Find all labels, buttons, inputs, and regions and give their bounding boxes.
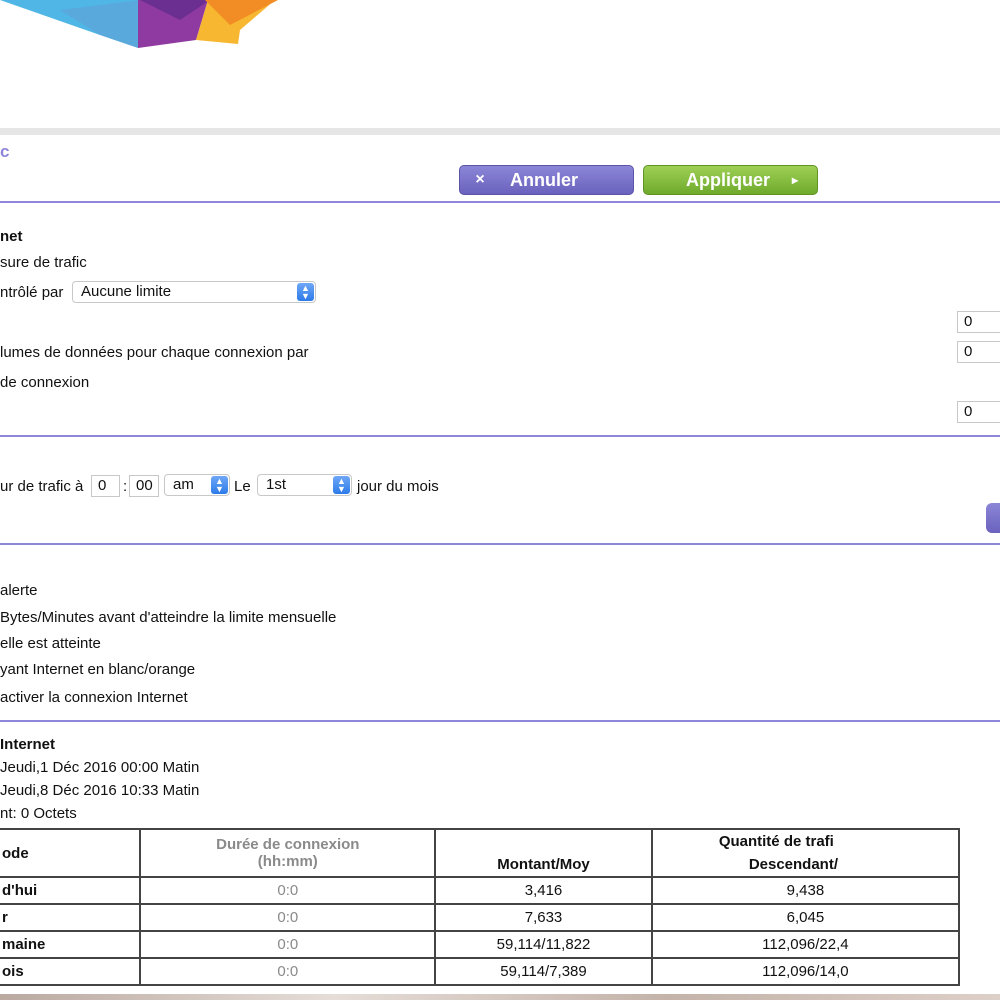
select-arrows-icon: ▲ ▼ (297, 283, 314, 301)
table-row: maine 0:0 59,114/11,822 112,096/22,4 (0, 930, 961, 959)
traffic-table: ode Durée de connexion (hh:mm) Quantité … (0, 828, 961, 986)
apply-button-label: Appliquer (686, 169, 770, 190)
download-cell: 112,096/14,0 (650, 957, 961, 986)
period-cell: maine (0, 930, 142, 959)
alert-line: elle est atteinte (0, 635, 101, 652)
limit-input-1[interactable]: 0 (957, 311, 1000, 333)
start-date-line: Jeudi,1 Déc 2016 00:00 Matin (0, 759, 200, 776)
table-row: r 0:0 7,633 6,045 (0, 903, 961, 932)
ampm-select[interactable]: am ▲ ▼ (164, 474, 230, 496)
stats-heading: Internet (0, 736, 56, 753)
select-arrows-icon: ▲ ▼ (333, 476, 350, 494)
controlled-by-select[interactable]: Aucune limite ▲ ▼ (72, 281, 316, 303)
cancel-button[interactable]: × Annuler (459, 165, 634, 195)
upload-header: Montant/Moy (434, 853, 653, 878)
controlled-by-label: ntrôlé par (0, 284, 64, 301)
internet-section-heading: net (0, 228, 23, 245)
quantity-header: Quantité de trafi (651, 828, 961, 853)
download-cell: 6,045 (650, 903, 961, 932)
alert-line: yant Internet en blanc/orange (0, 661, 196, 678)
duration-cell: 0:0 (139, 903, 437, 932)
period-cell: d'hui (0, 876, 142, 905)
period-header: ode (0, 828, 142, 878)
netgear-logo (0, 0, 278, 48)
upload-cell: 59,114/7,389 (434, 957, 653, 986)
connection-label: de connexion (0, 374, 90, 391)
close-icon: × (475, 171, 485, 188)
alert-line: Bytes/Minutes avant d'atteindre la limit… (0, 609, 337, 626)
table-header-row: ode Durée de connexion (hh:mm) Quantité … (0, 828, 961, 878)
alert-line: alerte (0, 582, 38, 599)
download-cell: 112,096/22,4 (650, 930, 961, 959)
reset-counter-label: ur de trafic à (0, 478, 84, 495)
day-label: Le (234, 478, 251, 495)
section-divider (0, 201, 1000, 203)
time-separator: : (123, 478, 128, 495)
controlled-by-value: Aucune limite (81, 283, 172, 300)
download-cell: 9,438 (650, 876, 961, 905)
limit-input-3[interactable]: 0 (957, 401, 1000, 423)
header-divider (0, 128, 1000, 135)
upload-cell: 3,416 (434, 876, 653, 905)
day-value: 1st (266, 476, 287, 493)
select-arrows-icon: ▲ ▼ (211, 476, 228, 494)
ampm-value: am (173, 476, 194, 493)
apply-button[interactable]: Appliquer ▸ (643, 165, 818, 195)
section-divider (0, 435, 1000, 437)
remaining-line: nt: 0 Octets (0, 805, 77, 822)
duration-header-unit: (hh:mm) (257, 853, 318, 870)
table-row: ois 0:0 59,114/7,389 112,096/14,0 (0, 957, 961, 986)
current-date-line: Jeudi,8 Déc 2016 10:33 Matin (0, 782, 200, 799)
duration-cell: 0:0 (139, 930, 437, 959)
upload-cell: 59,114/11,822 (434, 930, 653, 959)
table-row: d'hui 0:0 3,416 9,438 (0, 876, 961, 905)
arrow-right-icon: ▸ (792, 173, 799, 187)
duration-cell: 0:0 (139, 957, 437, 986)
duration-header-label: Durée de connexion (216, 836, 360, 853)
period-cell: r (0, 903, 142, 932)
duration-header: Durée de connexion (hh:mm) (139, 828, 437, 878)
data-volume-label: lumes de données pour chaque connexion p… (0, 344, 309, 361)
download-header: Descendant/ (650, 853, 961, 878)
section-divider (0, 543, 1000, 545)
restart-counter-button[interactable] (986, 503, 1000, 533)
day-of-month-label: jour du mois (357, 478, 439, 495)
period-cell: ois (0, 957, 142, 986)
traffic-measure-label: sure de trafic (0, 254, 87, 271)
cancel-button-label: Annuler (510, 169, 579, 190)
window-bottom-edge (0, 994, 1000, 1000)
page-title: c (0, 142, 10, 161)
alert-line: activer la connexion Internet (0, 689, 188, 706)
reset-hour-input[interactable]: 0 (91, 475, 120, 497)
upload-cell: 7,633 (434, 903, 653, 932)
day-select[interactable]: 1st ▲ ▼ (257, 474, 352, 496)
limit-input-2[interactable]: 0 (957, 341, 1000, 363)
duration-cell: 0:0 (139, 876, 437, 905)
reset-minute-input[interactable]: 00 (129, 475, 159, 497)
section-divider (0, 720, 1000, 722)
